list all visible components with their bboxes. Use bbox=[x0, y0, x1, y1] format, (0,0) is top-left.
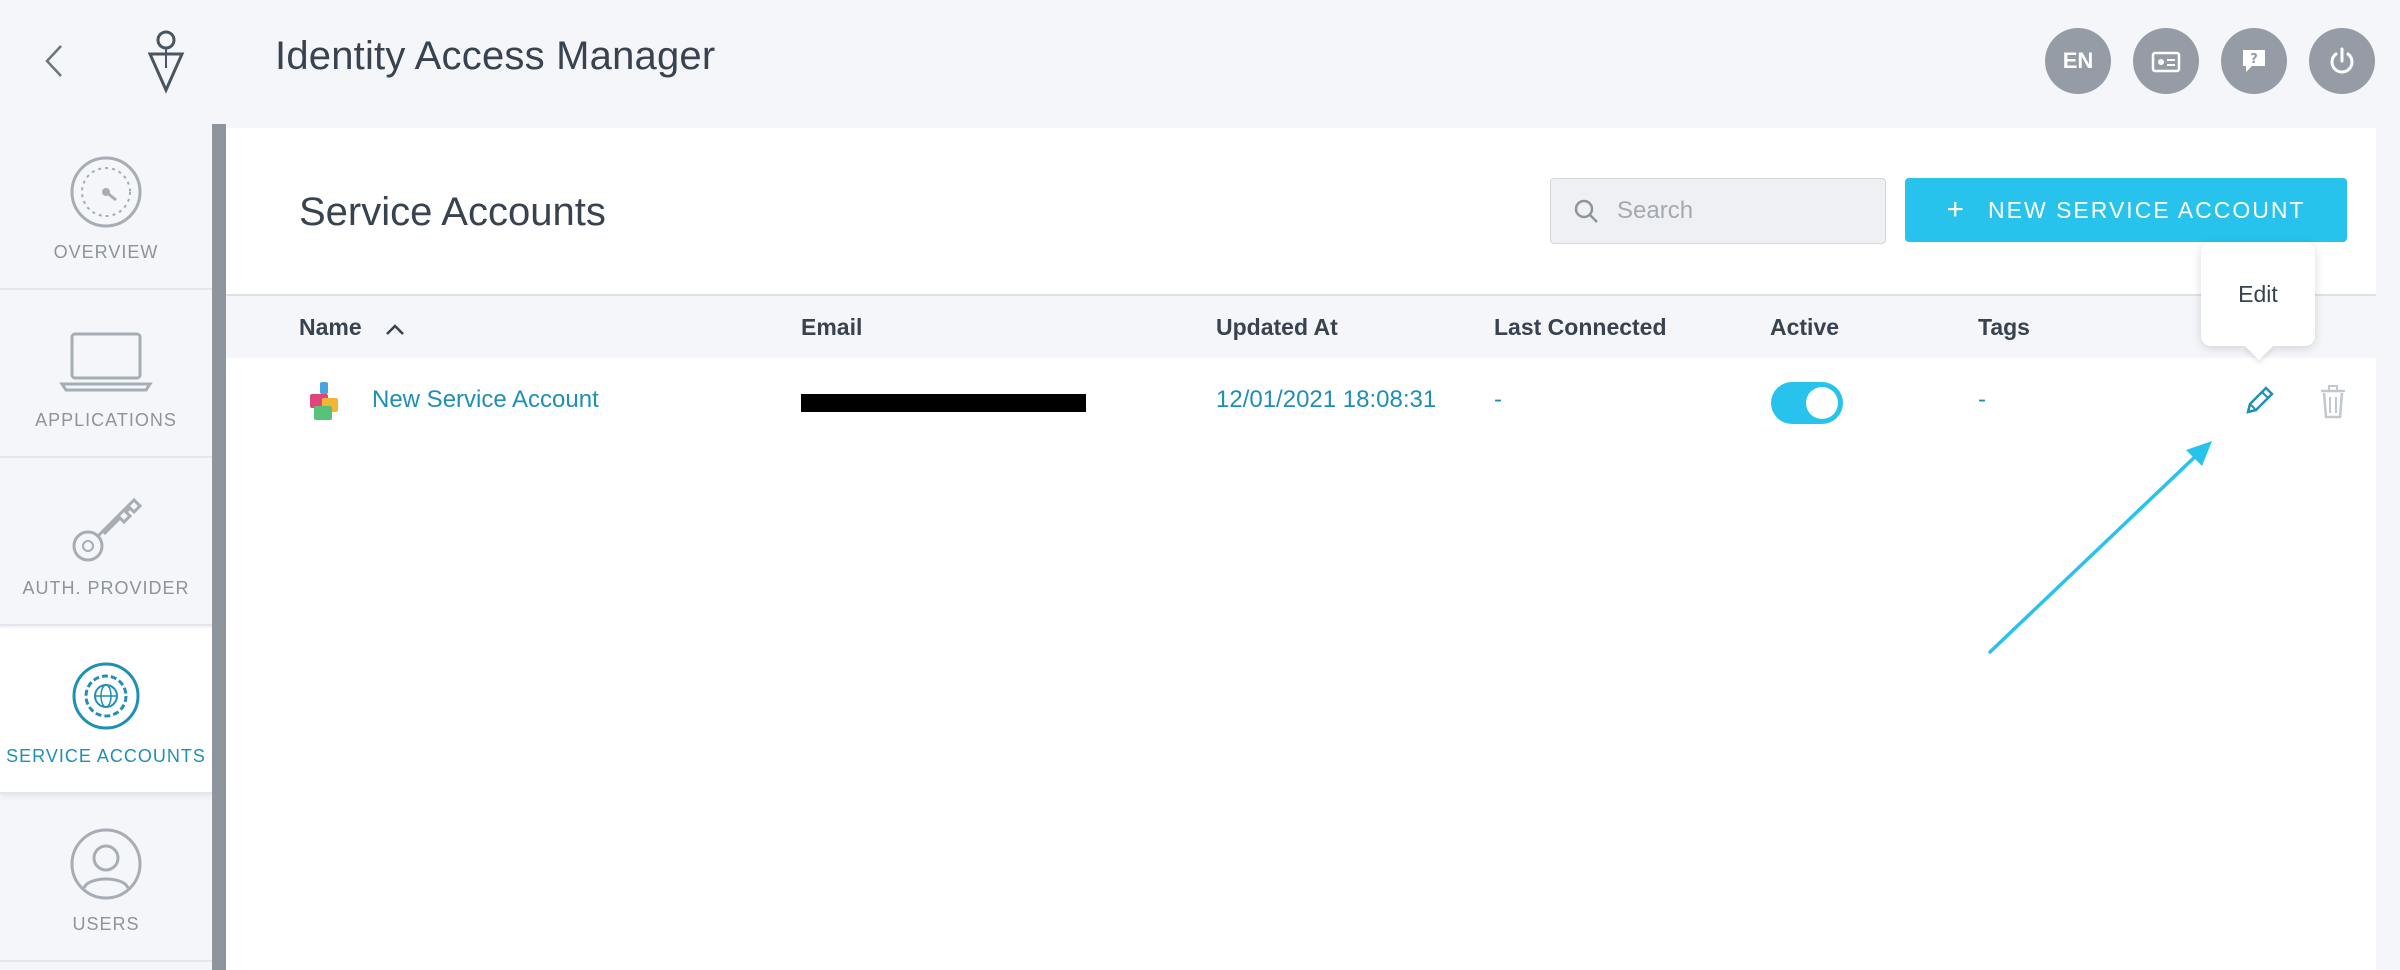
sidebar-item-auth-provider[interactable]: AUTH. PROVIDER bbox=[0, 460, 212, 626]
power-icon bbox=[2330, 47, 2354, 74]
tags-value: - bbox=[1978, 386, 1986, 413]
active-toggle[interactable] bbox=[1771, 382, 1843, 424]
redacted-email bbox=[801, 394, 1086, 412]
sidebar: OVERVIEW APPLICATIONS AUTH. PROVIDER SER… bbox=[0, 124, 212, 970]
app-logo-icon bbox=[147, 30, 185, 94]
sidebar-item-applications[interactable]: APPLICATIONS bbox=[0, 292, 212, 458]
column-header-last-connected[interactable]: Last Connected bbox=[1494, 314, 1667, 341]
service-account-icon bbox=[310, 382, 338, 420]
new-service-account-button[interactable]: + NEW SERVICE ACCOUNT bbox=[1905, 178, 2347, 242]
column-header-email[interactable]: Email bbox=[801, 314, 862, 341]
sidebar-item-label: USERS bbox=[72, 914, 140, 934]
delete-button[interactable] bbox=[2318, 384, 2348, 420]
back-button[interactable] bbox=[34, 38, 74, 84]
column-header-tags[interactable]: Tags bbox=[1978, 314, 2030, 341]
new-service-account-label: NEW SERVICE ACCOUNT bbox=[1988, 196, 2306, 223]
dashboard-gauge-icon bbox=[70, 156, 142, 228]
page-title: Service Accounts bbox=[299, 190, 606, 234]
sidebar-item-label: APPLICATIONS bbox=[35, 410, 177, 430]
search-input[interactable] bbox=[1617, 197, 1867, 225]
table-row[interactable]: New Service Account 12/01/2021 18:08:31 … bbox=[226, 358, 2376, 448]
sidebar-scrollbar[interactable] bbox=[212, 124, 226, 970]
user-avatar-icon bbox=[70, 828, 142, 900]
pencil-icon bbox=[2246, 386, 2274, 414]
column-header-active[interactable]: Active bbox=[1770, 314, 1839, 341]
sidebar-item-users[interactable]: USERS bbox=[0, 796, 212, 962]
sidebar-item-overview[interactable]: OVERVIEW bbox=[0, 124, 212, 290]
language-button[interactable]: EN bbox=[2045, 28, 2111, 94]
annotation-arrow-icon bbox=[1988, 441, 2212, 654]
id-card-icon bbox=[2151, 51, 2181, 73]
sidebar-item-label: SERVICE ACCOUNTS bbox=[6, 746, 206, 766]
column-header-name[interactable]: Name bbox=[299, 314, 406, 341]
top-bar: Identity Access Manager EN ? bbox=[0, 0, 2400, 124]
laptop-icon bbox=[59, 332, 153, 392]
column-header-updated-at[interactable]: Updated At bbox=[1216, 314, 1338, 341]
updated-at-value: 12/01/2021 18:08:31 bbox=[1216, 386, 1437, 413]
sort-ascending-icon bbox=[386, 324, 404, 335]
sidebar-item-label: AUTH. PROVIDER bbox=[22, 578, 190, 598]
search-icon bbox=[1574, 199, 1598, 223]
key-icon bbox=[72, 497, 143, 562]
id-card-button[interactable] bbox=[2133, 28, 2199, 94]
search-box[interactable] bbox=[1550, 178, 1886, 244]
chevron-left-icon bbox=[45, 45, 62, 77]
app-title: Identity Access Manager bbox=[275, 34, 716, 78]
sidebar-item-label: OVERVIEW bbox=[53, 242, 159, 262]
sidebar-item-service-accounts[interactable]: SERVICE ACCOUNTS bbox=[0, 628, 212, 794]
column-label: Name bbox=[299, 314, 362, 340]
gear-globe-icon bbox=[72, 662, 140, 730]
service-account-name-link[interactable]: New Service Account bbox=[372, 386, 599, 414]
edit-tooltip: Edit bbox=[2201, 242, 2315, 346]
toggle-knob bbox=[1806, 387, 1838, 419]
table-header: Name Email Updated At Last Connected Act… bbox=[226, 294, 2376, 358]
plus-icon: + bbox=[1946, 193, 1967, 226]
trash-icon bbox=[2321, 385, 2345, 419]
help-chat-icon: ? bbox=[2243, 50, 2265, 72]
logout-button[interactable] bbox=[2309, 28, 2375, 94]
svg-text:?: ? bbox=[2250, 52, 2258, 67]
last-connected-value: - bbox=[1494, 386, 1502, 413]
help-button[interactable]: ? bbox=[2221, 28, 2287, 94]
edit-button[interactable] bbox=[2242, 384, 2276, 420]
